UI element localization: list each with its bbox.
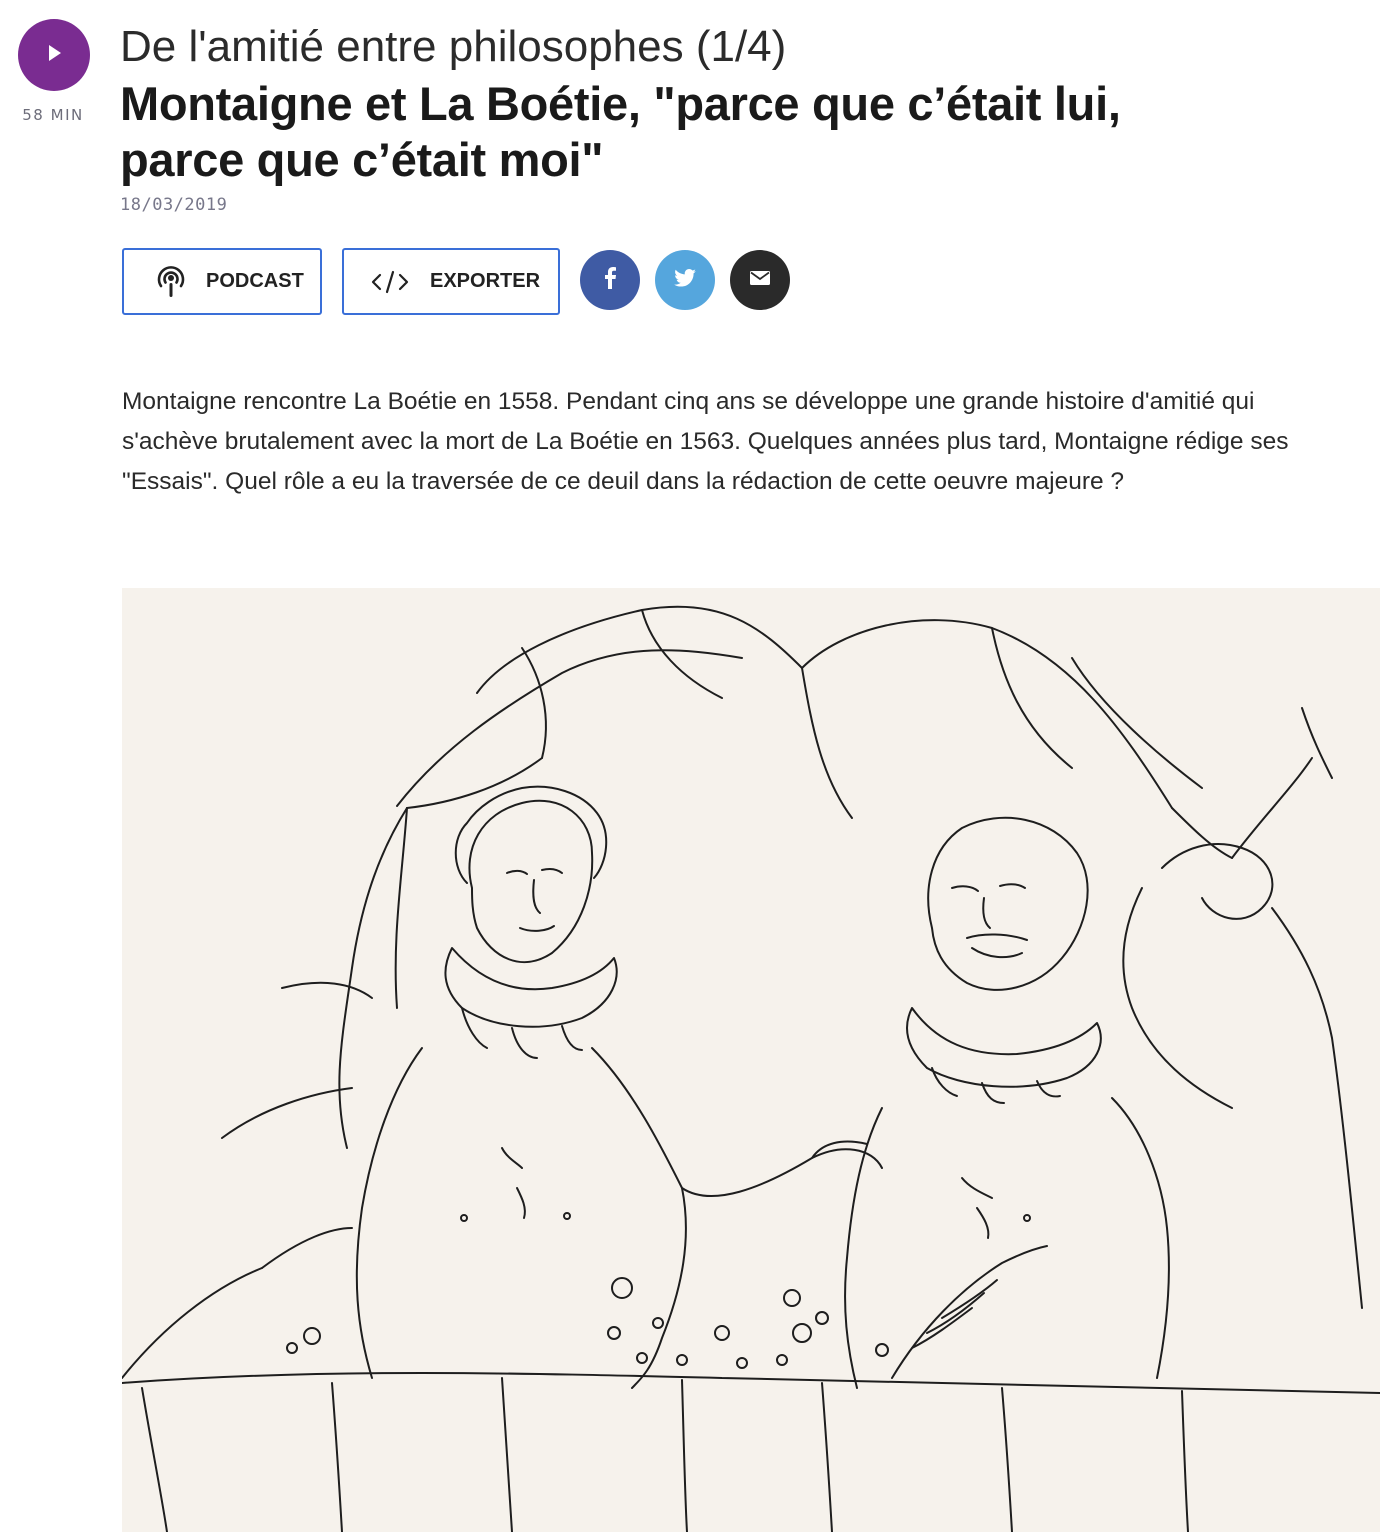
episode-page: 58 MIN De l'amitié entre philosophes (1/… <box>0 0 1380 1532</box>
export-label: EXPORTER <box>430 270 541 292</box>
podcast-label: PODCAST <box>206 270 304 292</box>
facebook-icon <box>603 266 617 294</box>
episode-illustration <box>122 588 1380 1532</box>
episode-abstract: Montaigne rencontre La Boétie en 1558. P… <box>122 388 1289 495</box>
code-icon <box>370 270 410 294</box>
podcast-button[interactable]: PODCAST <box>122 248 322 315</box>
publication-date: 18/03/2019 <box>120 195 228 215</box>
share-email-button[interactable] <box>730 250 790 310</box>
share-twitter-button[interactable] <box>655 250 715 310</box>
series-title[interactable]: De l'amitié entre philosophes (1/4) <box>120 19 786 75</box>
episode-duration: 58 MIN <box>22 106 84 124</box>
share-facebook-button[interactable] <box>580 250 640 310</box>
twitter-icon <box>674 268 696 292</box>
mail-icon <box>750 270 770 290</box>
montaigne-la-boetie-drawing <box>122 605 1380 1532</box>
episode-title: Montaigne et La Boétie, "parce que c’éta… <box>120 77 1121 186</box>
play-button[interactable] <box>18 19 90 91</box>
play-icon <box>43 42 65 69</box>
export-button[interactable]: EXPORTER <box>342 248 560 315</box>
podcast-icon <box>154 264 188 300</box>
